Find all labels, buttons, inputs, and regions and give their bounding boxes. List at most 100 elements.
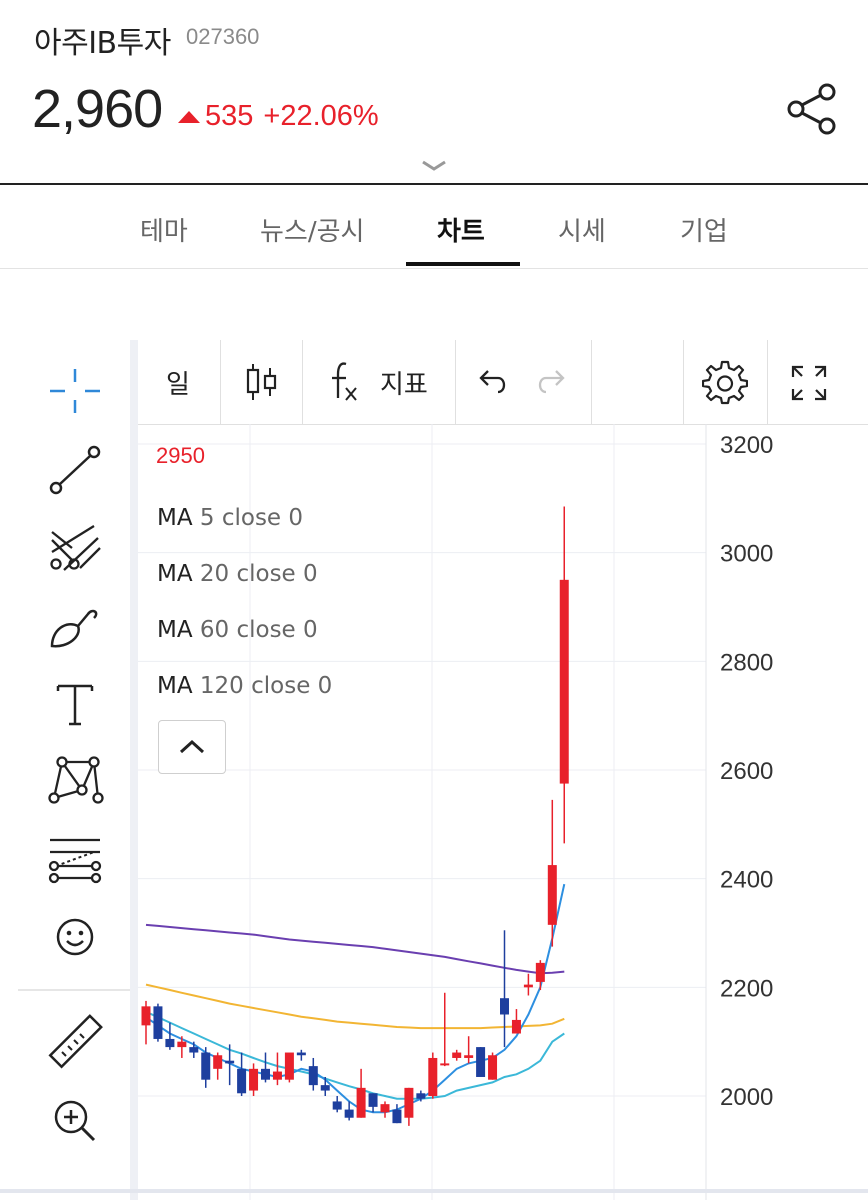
chevron-down-icon[interactable] — [420, 158, 448, 174]
fullscreen-icon[interactable] — [790, 364, 828, 402]
tab-chart[interactable]: 차트 — [437, 211, 485, 248]
ruler-icon[interactable] — [44, 1012, 106, 1074]
candle-body — [511, 1019, 521, 1034]
toolbar-separator — [302, 340, 303, 424]
tab-bar: 테마 뉴스/공시 차트 시세 기업 — [0, 185, 868, 269]
ma-args: 5 close 0 — [199, 505, 304, 531]
candle-body — [344, 1109, 354, 1118]
chevron-up-icon — [179, 739, 205, 754]
current-price: 2,960 — [32, 79, 163, 139]
candle-body — [201, 1052, 211, 1080]
ma-args: 60 close 0 — [199, 617, 318, 643]
toolbar-separator — [591, 340, 592, 424]
fibonacci-icon[interactable] — [44, 828, 106, 890]
candle-body — [249, 1068, 259, 1091]
ma-legend-20: MA 20 close 0 — [157, 561, 318, 587]
candle-body — [559, 579, 569, 784]
ma-legend-60: MA 60 close 0 — [157, 617, 318, 643]
candle-body — [440, 1063, 450, 1066]
y-tick-label: 2200 — [720, 975, 773, 1002]
price-change: 535 +22.06% — [178, 100, 379, 133]
candle-body — [356, 1087, 366, 1118]
candle-body — [272, 1071, 282, 1080]
tab-quotes[interactable]: 시세 — [558, 211, 606, 248]
ma-args: 20 close 0 — [199, 561, 318, 587]
candle-body — [535, 962, 545, 982]
legend-collapse-button[interactable] — [158, 720, 226, 774]
undo-icon[interactable] — [476, 368, 510, 396]
ma-label: MA — [157, 673, 193, 699]
toolbar-panel-separator — [130, 340, 138, 1200]
candle-body — [261, 1068, 270, 1080]
ma-label: MA — [157, 561, 193, 587]
y-tick-label: 2800 — [720, 649, 773, 676]
candle-body — [332, 1101, 342, 1110]
bottom-border — [0, 1189, 868, 1193]
candle-body — [368, 1093, 378, 1107]
indicator-button[interactable]: 지표 — [380, 364, 428, 401]
candle-body — [225, 1060, 235, 1064]
trend-line-icon[interactable] — [44, 440, 106, 502]
pattern-icon[interactable] — [44, 750, 106, 812]
brush-icon[interactable] — [44, 596, 106, 658]
period-selector[interactable]: 일 — [166, 364, 190, 401]
candle-body — [177, 1041, 187, 1048]
up-arrow-icon — [178, 110, 200, 123]
ma-legend-5: MA 5 close 0 — [157, 505, 303, 531]
candle-body — [428, 1057, 438, 1096]
text-icon[interactable] — [44, 674, 106, 736]
candle-body — [165, 1038, 175, 1048]
function-icon[interactable] — [326, 358, 362, 406]
candle-body — [500, 998, 509, 1015]
tab-theme[interactable]: 테마 — [140, 211, 188, 248]
zoom-in-icon[interactable] — [44, 1090, 106, 1152]
candle-body — [416, 1093, 426, 1099]
ma-label: MA — [157, 505, 193, 531]
crosshair-price: 2950 — [156, 443, 205, 468]
candle-body — [488, 1055, 498, 1080]
stock-header: 아주IB투자 027360 2,960 535 +22.06% — [0, 0, 868, 185]
candle-body — [153, 1006, 163, 1039]
pitchfork-icon[interactable] — [44, 518, 106, 580]
active-tab-indicator — [406, 262, 520, 266]
redo-icon[interactable] — [534, 368, 568, 396]
candle-body — [404, 1087, 414, 1118]
y-tick-label: 2400 — [720, 867, 773, 894]
toolbar-separator — [767, 340, 768, 424]
change-percent: +22.06% — [263, 100, 379, 132]
candle-body — [213, 1055, 223, 1069]
candle-body — [284, 1052, 294, 1080]
candlestick-chart[interactable]: 3200 3000 2800 2600 2400 2200 2000 — [138, 424, 868, 1200]
emoji-icon[interactable] — [44, 906, 106, 968]
candle-body — [476, 1047, 486, 1077]
ma-args: 120 close 0 — [199, 673, 333, 699]
toolbar-separator — [455, 340, 456, 424]
crosshair-icon[interactable] — [44, 360, 106, 422]
candle-body — [189, 1047, 199, 1053]
stock-code: 027360 — [186, 24, 260, 49]
toolbar-separator — [220, 340, 221, 424]
y-tick-label: 3200 — [720, 432, 773, 459]
tab-news[interactable]: 뉴스/공시 — [260, 211, 364, 248]
candle-body — [547, 865, 557, 925]
candle-body — [308, 1066, 318, 1086]
y-tick-label: 2600 — [720, 758, 773, 785]
y-tick-label: 2000 — [720, 1084, 773, 1111]
candle-body — [380, 1104, 390, 1113]
ma120-line — [145, 923, 565, 975]
toolbar-divider — [18, 989, 130, 991]
toolbar-separator — [683, 340, 684, 424]
chart-toolbar: 일 지표 — [138, 340, 868, 425]
candle-body — [392, 1109, 402, 1124]
gear-icon[interactable] — [702, 360, 748, 406]
y-tick-label: 3000 — [720, 541, 773, 568]
candle-body — [141, 1006, 151, 1026]
share-icon[interactable] — [786, 82, 838, 136]
ma-label: MA — [157, 617, 193, 643]
candlestick-icon[interactable] — [244, 362, 280, 402]
candle-body — [464, 1055, 474, 1058]
change-amount: 535 — [205, 100, 254, 132]
candle-body — [237, 1068, 247, 1094]
stock-name: 아주IB투자 — [34, 26, 171, 61]
tab-company[interactable]: 기업 — [680, 211, 728, 248]
